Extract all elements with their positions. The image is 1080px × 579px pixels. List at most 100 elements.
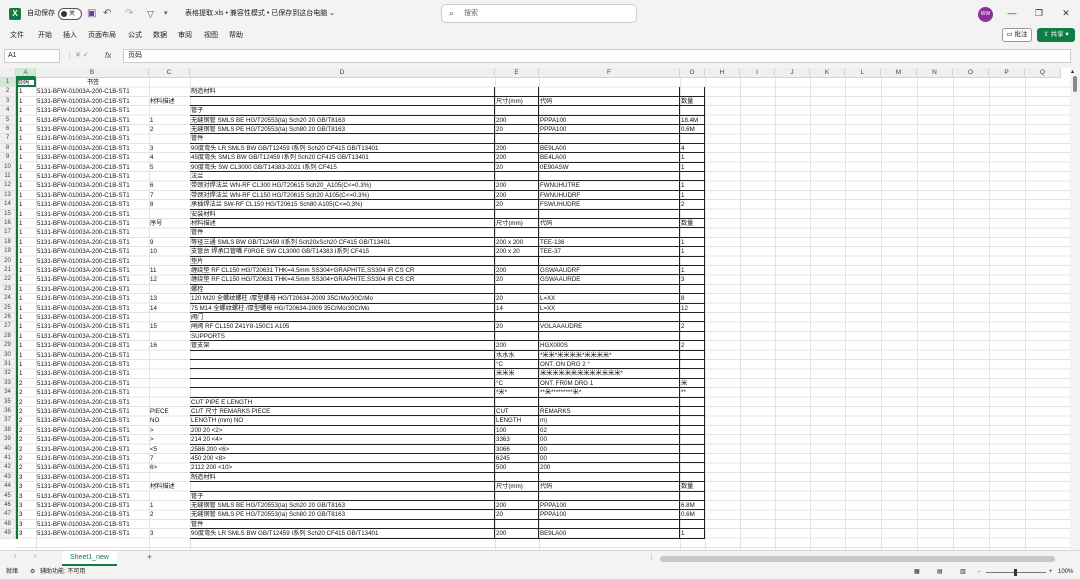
cell[interactable]	[149, 492, 190, 501]
cell[interactable]: 5131-BFW-01003A-200-C1B-ST1	[36, 294, 149, 303]
cell[interactable]: 450 200 <8>	[190, 454, 495, 463]
cell[interactable]: 0.6M	[680, 125, 705, 134]
cell[interactable]: 5131-BFW-01003A-200-C1B-ST1	[36, 379, 149, 388]
cell[interactable]	[539, 210, 680, 219]
accessibility-status[interactable]: 辅助功能: 不可用	[40, 566, 85, 579]
cell[interactable]: *米米*米米米米*米米米米*	[539, 351, 680, 360]
cell[interactable]: 2	[16, 397, 36, 407]
cell[interactable]: TEE-136	[539, 238, 680, 247]
cell[interactable]: 数量	[680, 219, 705, 228]
cell[interactable]: 100	[495, 426, 539, 435]
cell[interactable]: 材料描述	[149, 482, 190, 491]
cell[interactable]: 1	[16, 313, 36, 323]
cell[interactable]: 200 20 <2>	[190, 426, 495, 435]
row-header[interactable]: 40	[0, 444, 16, 454]
cell[interactable]: 5131-BFW-01003A-200-C1B-ST1	[36, 520, 149, 529]
avatar[interactable]: WW	[978, 7, 993, 22]
cell[interactable]	[680, 332, 705, 341]
cell[interactable]	[149, 87, 190, 96]
filter-icon[interactable]: ▽	[147, 0, 154, 28]
cell[interactable]: 1	[16, 87, 36, 97]
cell[interactable]: 1	[16, 190, 36, 201]
cell[interactable]: 2	[16, 435, 36, 445]
cell[interactable]: 尺寸(mm)	[495, 482, 539, 491]
cell[interactable]: ONT. ON DRG 2 °	[539, 360, 680, 369]
row-header[interactable]: 32	[0, 369, 16, 379]
cell[interactable]: 米米米米米米米米米米米米米*	[539, 369, 680, 378]
cell[interactable]: 1	[16, 125, 36, 135]
cell[interactable]: 1	[16, 115, 36, 125]
cell[interactable]: 20	[495, 163, 539, 172]
cell[interactable]	[149, 228, 190, 237]
cell[interactable]	[680, 426, 705, 435]
cell[interactable]: 3	[149, 529, 190, 538]
cell[interactable]: 200 x 200	[495, 238, 539, 247]
next-sheet-icon[interactable]: ›	[34, 553, 36, 560]
cell[interactable]	[680, 369, 705, 378]
cell[interactable]: 5131-BFW-01003A-200-C1B-ST1	[36, 304, 149, 313]
column-header[interactable]: I	[740, 68, 775, 78]
cell[interactable]	[539, 257, 680, 266]
cell[interactable]	[149, 106, 190, 115]
cell[interactable]	[539, 87, 680, 96]
cell[interactable]: 5131-BFW-01003A-200-C1B-ST1	[36, 257, 149, 266]
cell[interactable]	[190, 97, 495, 106]
customize-icon[interactable]: ▾	[164, 0, 168, 28]
cell[interactable]	[680, 106, 705, 115]
cell[interactable]: 5131-BFW-01003A-200-C1B-ST1	[36, 200, 149, 209]
cell[interactable]: 2	[680, 322, 705, 331]
row-header[interactable]: 38	[0, 425, 16, 436]
save-icon[interactable]: ▣	[87, 0, 96, 28]
cell[interactable]: 1	[16, 284, 36, 295]
row-header[interactable]: 7	[0, 134, 16, 144]
cell[interactable]: 1	[16, 181, 36, 191]
cell[interactable]: 2	[16, 407, 36, 417]
cell[interactable]	[680, 228, 705, 237]
vertical-scrollbar[interactable]: ▴	[1070, 68, 1080, 550]
cell[interactable]	[149, 78, 190, 87]
add-sheet-button[interactable]: +	[147, 552, 152, 562]
row-header[interactable]: 11	[0, 172, 16, 182]
cell[interactable]	[495, 313, 539, 322]
cell[interactable]	[680, 78, 705, 87]
cell[interactable]: 5131-BFW-01003A-200-C1B-ST1	[36, 454, 149, 463]
cell[interactable]: 20	[495, 294, 539, 303]
cell[interactable]	[149, 313, 190, 322]
cell[interactable]: 5131-BFW-01003A-200-C1B-ST1	[36, 153, 149, 162]
enter-icon[interactable]: ✓	[83, 52, 89, 59]
autosave-toggle[interactable]: 关	[58, 8, 82, 20]
cell[interactable]	[149, 351, 190, 360]
cell[interactable]: 3	[680, 275, 705, 284]
cell[interactable]	[149, 257, 190, 266]
cell[interactable]	[495, 87, 539, 96]
undo-icon[interactable]: ↶	[103, 0, 111, 28]
cell[interactable]: 1	[16, 228, 36, 238]
cell[interactable]	[539, 172, 680, 181]
cell[interactable]: 0E90ASW	[539, 163, 680, 172]
cell[interactable]	[149, 369, 190, 378]
cell[interactable]	[495, 285, 539, 294]
cell[interactable]: 2	[16, 388, 36, 398]
column-header[interactable]: L	[845, 68, 881, 78]
cell[interactable]: 代码	[539, 97, 680, 106]
cell[interactable]	[190, 351, 495, 360]
cell[interactable]: 5131-BFW-01003A-200-C1B-ST1	[36, 106, 149, 115]
cell[interactable]: 米米米	[495, 369, 539, 378]
cell[interactable]: 5131-BFW-01003A-200-C1B-ST1	[36, 116, 149, 125]
column-header[interactable]: A	[16, 68, 36, 78]
cell[interactable]: 1	[16, 331, 36, 342]
cell[interactable]	[149, 398, 190, 407]
cell[interactable]: 1	[680, 529, 705, 538]
cell[interactable]: 00	[539, 435, 680, 444]
cell[interactable]: 管支架	[190, 341, 495, 350]
cell[interactable]	[539, 332, 680, 341]
cell[interactable]: 1	[16, 303, 36, 313]
row-header[interactable]: 14	[0, 200, 16, 210]
cell[interactable]	[680, 407, 705, 416]
cell[interactable]: 管子	[190, 492, 495, 501]
cell[interactable]: 200	[495, 341, 539, 350]
row-header[interactable]: 5	[0, 115, 16, 125]
cell[interactable]: 200 x 20	[495, 247, 539, 256]
cell[interactable]: 数量	[680, 97, 705, 106]
cell[interactable]: 3	[16, 519, 36, 530]
